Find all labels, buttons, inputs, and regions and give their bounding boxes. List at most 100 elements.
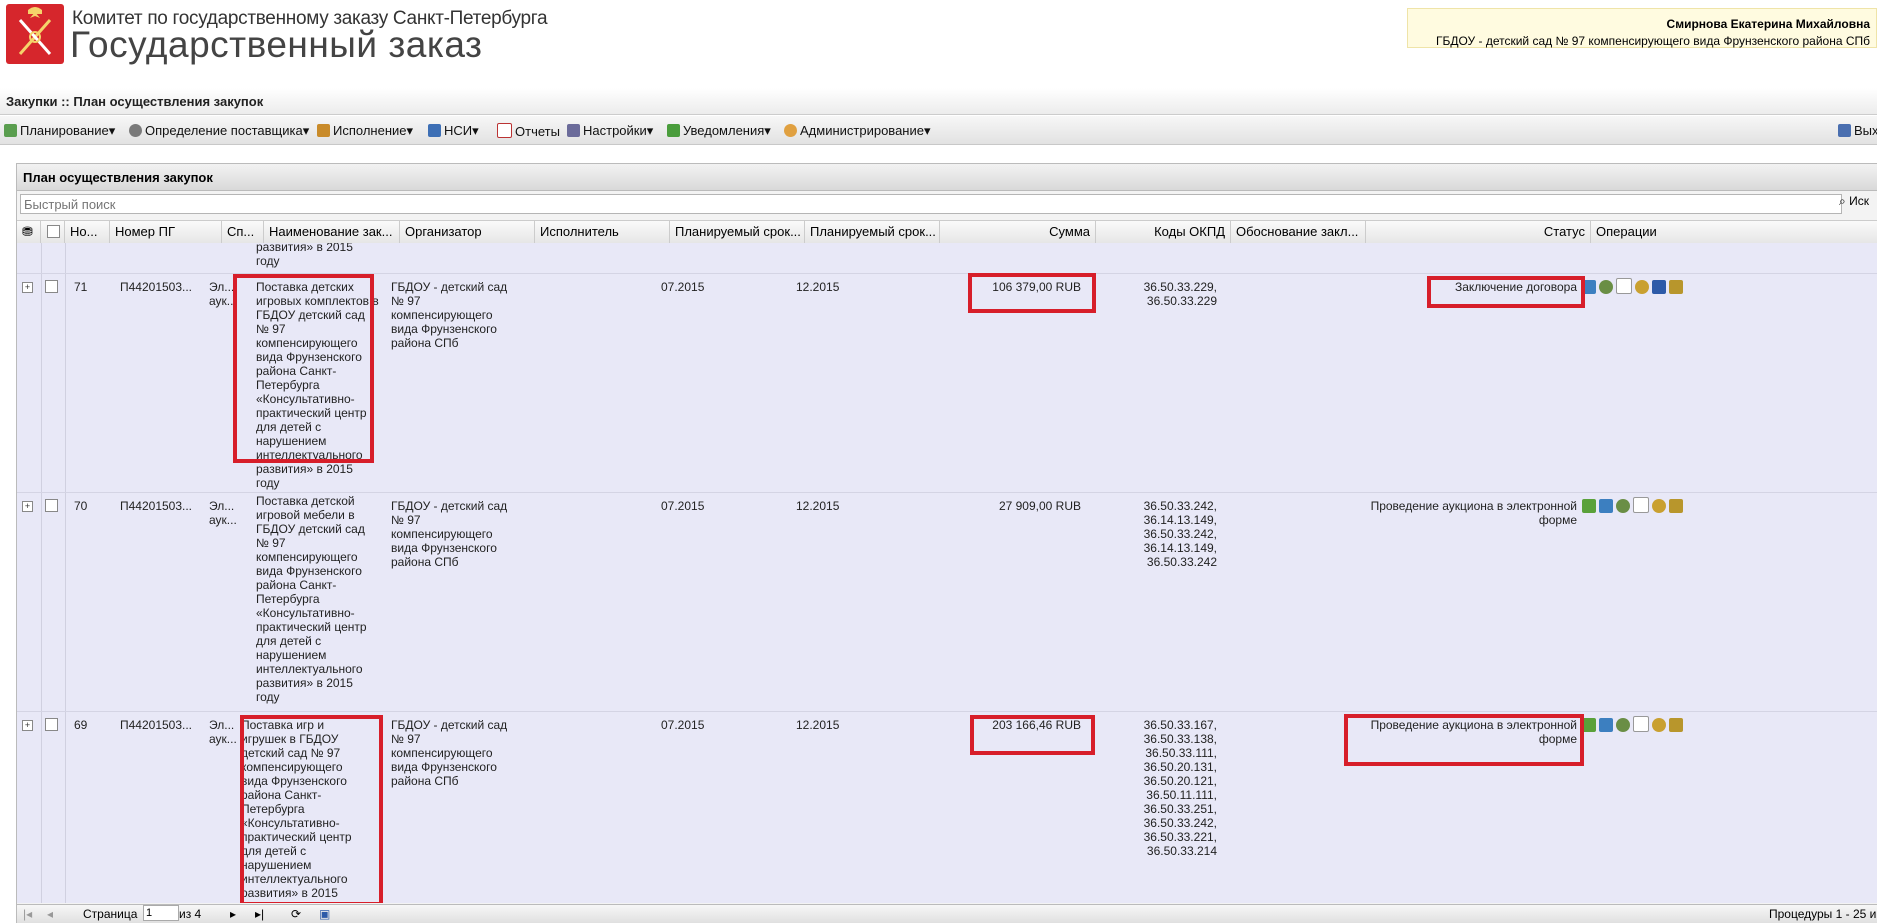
menu-planning[interactable]: Планирование▾ [4,123,115,139]
row-okpd: 36.50.33.242, 36.14.13.149, 36.50.33.242… [1143,499,1217,569]
col-basis[interactable]: Обоснование закл... [1231,221,1366,243]
spb-emblem-icon [6,4,64,64]
menu-nsi[interactable]: НСИ▾ [428,123,479,139]
col-name[interactable]: Наименование зак... [264,221,400,243]
col-status[interactable]: Статус [1366,221,1591,243]
export-icon[interactable]: ▣ [319,907,330,921]
document-icon[interactable] [1633,716,1649,732]
col-plan-date-1[interactable]: Планируемый срок... [670,221,805,243]
clear-filter-icon[interactable]: ⛃ [17,221,41,243]
prev-page-icon[interactable]: ◂ [47,907,53,921]
table-row[interactable]: + 70 П44201503... Эл... аук... Поставка … [17,492,1877,712]
row-organizer: ГБДОУ - детский сад № 97 компенсирующего… [391,718,508,788]
col-number[interactable]: Но... [65,221,110,243]
gears-icon[interactable] [1616,718,1630,732]
breadcrumb: Закупки :: План осуществления закупок [0,88,1877,115]
row-number: 70 [74,499,88,513]
menu-administration[interactable]: Администрирование▾ [784,123,931,139]
document-icon[interactable] [1616,278,1632,294]
chart-icon[interactable] [1599,499,1613,513]
quick-search-input[interactable] [20,194,1842,214]
row-status: Проведение аукциона в электронной форме [1370,499,1577,527]
col-organizer[interactable]: Организатор [400,221,535,243]
row-checkbox[interactable] [45,718,58,731]
highlight-box [1344,714,1584,766]
row-organizer: ГБДОУ - детский сад № 97 компенсирующего… [391,280,508,350]
row-number: 69 [74,718,88,732]
notification-icon [667,124,680,137]
row-plan-date-2: 12.2015 [796,280,840,294]
select-all-checkbox[interactable] [41,221,65,243]
first-page-icon[interactable]: |◂ [23,907,32,921]
emblem-icon[interactable] [1652,499,1666,513]
col-executor[interactable]: Исполнитель [535,221,670,243]
app-title: Государственный заказ [70,24,483,65]
gears-icon[interactable] [1599,280,1613,294]
row-pg-number[interactable]: П44201503... [120,718,192,732]
panel-header: План осуществления закупок [17,164,1877,191]
money-icon[interactable] [1582,718,1596,732]
gears-icon [129,124,142,137]
report-icon [497,123,512,138]
main-menu: Планирование▾ Определение поставщика▾ Ис… [0,116,1877,145]
menu-supplier[interactable]: Определение поставщика▾ [129,123,309,139]
user-organization: ГБДОУ - детский сад № 97 компенсирующего… [1435,34,1870,48]
scroll-icon[interactable] [1669,280,1683,294]
save-icon[interactable] [1652,280,1666,294]
logout-icon [1838,124,1851,137]
execution-icon [317,124,330,137]
book-icon [428,124,441,137]
highlight-box [240,715,383,903]
app-header: Комитет по государственному заказу Санкт… [0,0,1877,86]
next-page-icon[interactable]: ▸ [230,907,236,921]
page-number-input[interactable] [143,905,179,921]
logout-button[interactable]: Вых [1838,123,1877,138]
col-sum[interactable]: Сумма [940,221,1096,243]
row-method: Эл... аук... [209,718,237,746]
user-name: Смирнова Екатерина Михайловна [1666,17,1870,31]
planning-icon [4,124,17,137]
panel-title: План осуществления закупок [23,170,213,185]
records-info: Процедуры 1 - 25 и [1769,907,1877,921]
table-body: развития» в 2015 году + 71 П44201503... … [17,243,1877,903]
col-method[interactable]: Сп... [222,221,264,243]
col-okpd[interactable]: Коды ОКПД [1096,221,1231,243]
row-pg-number[interactable]: П44201503... [120,499,192,513]
binoculars-icon: ⌕ [1839,194,1846,208]
document-icon[interactable] [1633,497,1649,513]
highlight-box [970,715,1095,755]
menu-settings[interactable]: Настройки▾ [567,123,653,139]
gears-icon[interactable] [1616,499,1630,513]
chart-icon[interactable] [1599,718,1613,732]
wrench-icon [567,124,580,137]
user-icon [784,124,797,137]
menu-notifications[interactable]: Уведомления▾ [667,123,771,139]
purchase-plan-panel: План осуществления закупок ⌕ Иск ⛃ Но...… [16,163,1877,923]
search-button[interactable]: ⌕ Иск [1839,194,1869,209]
row-pg-number[interactable]: П44201503... [120,280,192,294]
expand-row-icon[interactable]: + [22,720,33,731]
row-name: Поставка детской игровой мебели в ГБДОУ … [256,494,367,704]
row-number: 71 [74,280,88,294]
money-icon[interactable] [1582,499,1596,513]
emblem-icon[interactable] [1652,718,1666,732]
row-okpd: 36.50.33.229, 36.50.33.229 [1143,280,1217,308]
last-page-icon[interactable]: ▸| [255,907,264,921]
refresh-icon[interactable]: ⟳ [291,907,301,921]
menu-reports[interactable]: Отчеты [497,123,560,139]
row-checkbox[interactable] [45,499,58,512]
expand-row-icon[interactable]: + [22,282,33,293]
row-checkbox[interactable] [45,280,58,293]
scroll-icon[interactable] [1669,499,1683,513]
col-pg-number[interactable]: Номер ПГ [110,221,222,243]
row-okpd: 36.50.33.167, 36.50.33.138, 36.50.33.111… [1143,718,1217,858]
col-plan-date-2[interactable]: Планируемый срок... [805,221,940,243]
col-operations[interactable]: Операции [1591,221,1877,243]
highlight-box [1427,276,1585,308]
menu-execution[interactable]: Исполнение▾ [317,123,413,139]
emblem-icon[interactable] [1635,280,1649,294]
highlight-box [233,274,374,463]
expand-row-icon[interactable]: + [22,501,33,512]
scroll-icon[interactable] [1669,718,1683,732]
page-label: Страница [83,907,138,921]
